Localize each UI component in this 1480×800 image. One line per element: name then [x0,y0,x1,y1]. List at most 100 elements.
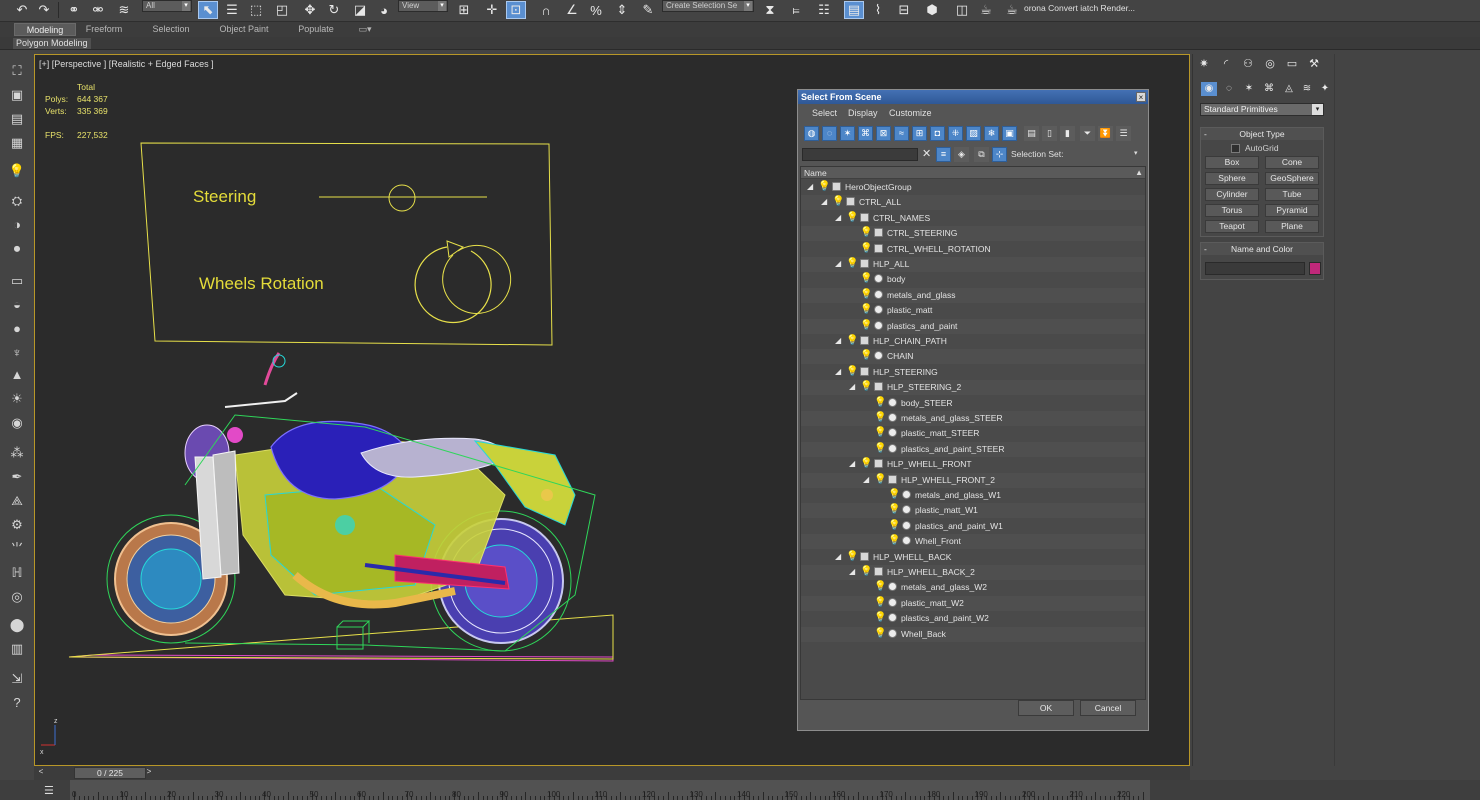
systems-sub-icon[interactable]: ✦ [1317,82,1333,96]
camera-tool-icon[interactable]: ⛭ [8,193,26,209]
scale-icon[interactable]: ◪ [350,1,370,19]
tree-row[interactable]: ◢ 💡 HLP_WHELL_FRONT_2 [801,472,1145,488]
keyboard-shortcut-icon[interactable]: ⊡ [506,1,526,19]
tab-modeling[interactable]: Modeling [14,23,76,36]
schematic-view-icon[interactable]: ⊟ [894,1,914,19]
light-tool-icon[interactable]: 💡 [8,163,26,179]
move-icon[interactable]: ✥ [300,1,320,19]
tree-row[interactable]: 💡 plastic_matt [801,303,1145,318]
scene-explorer-icon[interactable]: ▤ [844,1,864,19]
angle-snap-icon[interactable]: ∠ [562,1,582,19]
tab-populate[interactable]: Populate [290,23,342,36]
select-by-name-icon[interactable]: ☰ [222,1,242,19]
lights-filter-icon[interactable]: ✶ [840,126,855,141]
selection-filter-dropdown[interactable]: All ▾ [142,0,192,12]
render-icon[interactable]: ☕ [1002,1,1022,19]
visibility-bulb-icon[interactable]: 💡 [874,397,886,408]
spacewarps-filter-icon[interactable]: ≈ [894,126,909,141]
menu-select[interactable]: Select [812,108,837,118]
frozen-filter-icon[interactable]: ❄ [984,126,999,141]
render-setup-icon[interactable]: ◫ [952,1,972,19]
sort-options-icon[interactable]: ☰ [1116,126,1131,141]
shapes-filter-icon[interactable]: ◌ [822,126,837,141]
visibility-bulb-icon[interactable]: 💡 [832,196,844,207]
shapes-sub-icon[interactable]: ◌ [1221,82,1237,96]
calculator-tool-icon[interactable]: ▥ [8,641,26,657]
visibility-bulb-icon[interactable]: 💡 [874,612,886,623]
selection-set-icon[interactable]: ⊹ [992,147,1007,162]
visibility-bulb-icon[interactable]: 💡 [860,304,872,315]
mesh-tool-icon[interactable]: ⟁ [8,493,26,509]
tree-row[interactable]: 💡 CHAIN [801,349,1145,365]
tab-freeform[interactable]: Freeform [78,23,130,36]
scene-tree[interactable]: Name ▲ ◢ 💡 HeroObjectGroup ◢ 💡 CTRL_ALL ◢ 💡 CTRL_… [800,166,1146,700]
expand-toggle-icon[interactable]: ◢ [821,197,827,206]
tree-row[interactable]: 💡 body [801,272,1145,287]
select-object-icon[interactable]: ⬉ [198,1,218,19]
tree-row[interactable]: ◢ 💡 HLP_STEERING [801,365,1145,380]
tree-row[interactable]: 💡 metals_and_glass_W2 [801,580,1145,595]
tree-row[interactable]: ◢ 💡 HLP_CHAIN_PATH [801,334,1145,349]
unlink-icon[interactable]: ⚮ [88,1,108,19]
visibility-bulb-icon[interactable]: 💡 [860,289,872,300]
filter-icon[interactable]: ⏷ [1080,126,1095,141]
geometry-filter-icon[interactable]: ◍ [804,126,819,141]
name-column-header[interactable]: Name ▲ [801,167,1145,179]
cameras-sub-icon[interactable]: ⌘ [1261,82,1277,96]
spinner-snap-icon[interactable]: ⇕ [612,1,632,19]
tree-row[interactable]: 💡 metals_and_glass_STEER [801,411,1145,426]
hierarchy-tab-icon[interactable]: ⚇ [1239,56,1257,72]
visibility-bulb-icon[interactable]: 💡 [818,181,830,192]
tree-row[interactable]: ◢ 💡 HLP_WHELL_FRONT [801,457,1145,472]
geometry-sub-icon[interactable]: ◉ [1201,82,1217,96]
camera-view-icon[interactable]: ◎ [8,589,26,605]
reference-coord-dropdown[interactable]: View ▾ [398,0,448,12]
layer-manager-icon[interactable]: ☷ [814,1,834,19]
tree-row[interactable]: ◢ 💡 HLP_ALL [801,257,1145,272]
spacewarps-sub-icon[interactable]: ≋ [1299,82,1315,96]
gear-tool-icon[interactable]: ⚙ [8,517,26,533]
motorcycle-wireframe[interactable] [106,352,596,652]
pipette-tool-icon[interactable]: ✒ [8,469,26,485]
cancel-button[interactable]: Cancel [1080,700,1136,716]
snap-toggle-icon[interactable]: ∩ [536,1,556,19]
pivot-center-icon[interactable]: ⊞ [454,1,474,19]
cone-tool-icon[interactable]: ▲ [8,367,26,383]
list-tool-icon[interactable]: ▤ [8,111,26,127]
modify-tab-icon[interactable]: ◜ [1217,56,1235,72]
visibility-bulb-icon[interactable]: 💡 [874,412,886,423]
object-color-swatch[interactable] [1309,262,1321,275]
motion-tab-icon[interactable]: ◎ [1261,56,1279,72]
next-frame-icon[interactable]: > [144,767,154,779]
visibility-bulb-icon[interactable]: 💡 [860,458,872,469]
teapot-button[interactable]: Teapot [1205,220,1259,233]
tree-row[interactable]: 💡 Whell_Front [801,534,1145,550]
tree-row[interactable]: ◢ 💡 HLP_WHELL_BACK [801,550,1145,565]
material-editor-icon[interactable]: ⬢ [922,1,942,19]
menu-customize[interactable]: Customize [889,108,932,118]
align-icon[interactable]: ⫢ [786,1,806,19]
containers-filter-icon[interactable]: ▨ [966,126,981,141]
tree-row[interactable]: ◢ 💡 HeroObjectGroup [801,180,1145,195]
polygon-modeling-tab[interactable]: Polygon Modeling [13,38,91,49]
visibility-bulb-icon[interactable]: 💡 [860,381,872,392]
tube-button[interactable]: Tube [1265,188,1319,201]
cameras-filter-icon[interactable]: ⌘ [858,126,873,141]
expand-toggle-icon[interactable]: ◢ [835,552,841,561]
render-label[interactable]: orona Convert iatch Render... [1024,3,1135,13]
expand-toggle-icon[interactable]: ◢ [835,336,841,345]
tree-row[interactable]: 💡 plastics_and_paint [801,318,1145,334]
hidden-filter-icon[interactable]: ▣ [1002,126,1017,141]
visibility-bulb-icon[interactable]: 💡 [846,258,858,269]
helpers-sub-icon[interactable]: ◬ [1281,82,1297,96]
place-icon[interactable]: ◕ [374,1,394,19]
visibility-bulb-icon[interactable]: 💡 [860,566,872,577]
object-type-header[interactable]: - Object Type [1201,128,1323,140]
expand-toggle-icon[interactable]: ◢ [835,213,841,222]
bones-filter-icon[interactable]: ⁜ [948,126,963,141]
tree-row[interactable]: 💡 Whell_Back [801,626,1145,642]
visibility-bulb-icon[interactable]: 💡 [846,212,858,223]
sun-tool-icon[interactable]: ☀ [8,391,26,407]
selection-set-dropdown-icon[interactable]: ▾ [1134,149,1138,157]
tree-row[interactable]: 💡 plastics_and_paint_W2 [801,611,1145,626]
